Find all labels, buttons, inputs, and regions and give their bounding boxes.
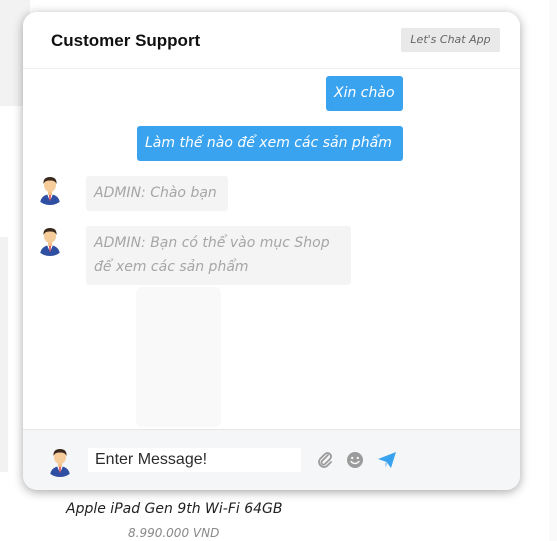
product-price: 8.990.000 VND [128,526,220,540]
message-bubble-admin: ADMIN: Bạn có thể vào mục Shop để xem cá… [86,226,351,285]
app-badge: Let's Chat App [401,28,500,52]
product-name[interactable]: Apple iPad Gen 9th Wi-Fi 64GB [66,501,296,517]
product-image-placeholder [136,287,221,427]
send-icon[interactable] [377,450,397,470]
paperclip-icon[interactable] [315,450,335,470]
chat-window: Customer Support Let's Chat App Xin chào… [23,12,520,490]
chat-composer [23,429,520,490]
message-bubble-user: Làm thế nào để xem các sản phẩm [137,126,403,161]
background-panel [549,0,557,541]
message-list: Xin chào Làm thế nào để xem các sản phẩm… [23,69,520,429]
message-bubble-user: Xin chào [326,76,403,111]
background-panel [0,237,8,472]
user-avatar-icon [43,443,77,477]
admin-avatar-icon [33,171,67,205]
message-input[interactable] [88,448,301,472]
message-bubble-admin: ADMIN: Chào bạn [86,176,228,211]
chat-title: Customer Support [51,31,201,50]
chat-header: Customer Support Let's Chat App [23,12,520,69]
admin-avatar-icon [33,222,67,256]
emoji-icon[interactable] [345,450,365,470]
